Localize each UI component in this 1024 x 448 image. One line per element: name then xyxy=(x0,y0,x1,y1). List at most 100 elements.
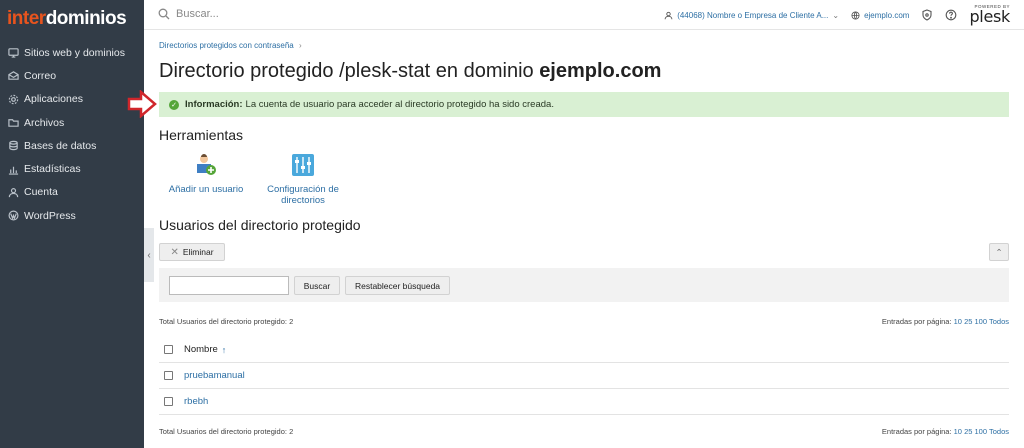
delete-icon: ✕ xyxy=(170,246,179,258)
sidebar-nav: Sitios web y dominios Correo Aplicacione… xyxy=(0,41,144,227)
user-icon xyxy=(664,11,673,19)
add-user-label: Añadir un usuario xyxy=(168,183,244,195)
reset-search-button[interactable]: Restablecer búsqueda xyxy=(345,276,450,295)
logo-part-dominios: dominios xyxy=(45,8,127,29)
globe-icon xyxy=(851,10,860,20)
users-search-input[interactable] xyxy=(169,276,289,295)
plesk-wordmark: plesk xyxy=(969,7,1010,27)
sidebar-item-label: Correo xyxy=(24,69,57,82)
sidebar-item-label: Sitios web y dominios xyxy=(24,46,125,59)
check-icon: ✓ xyxy=(169,99,179,110)
tools-title: Herramientas xyxy=(159,127,244,143)
add-user-icon xyxy=(197,154,216,175)
search-button[interactable]: Buscar xyxy=(294,276,340,295)
per-page-100[interactable]: 100 xyxy=(975,427,988,436)
logo-part-inter: inter xyxy=(7,8,46,29)
per-page-10[interactable]: 10 xyxy=(954,317,962,326)
search-placeholder: Buscar... xyxy=(176,8,219,20)
total-count: Total Usuarios del directorio protegido:… xyxy=(159,317,294,326)
help-icon[interactable] xyxy=(945,9,957,21)
add-user-tool[interactable]: Añadir un usuario xyxy=(166,153,246,196)
sidebar-item-label: Estadísticas xyxy=(24,163,81,176)
sort-ascending-icon: ↑ xyxy=(221,344,227,355)
page-title-domain: ejemplo.com xyxy=(539,60,662,82)
user-name-link[interactable]: pruebamanual xyxy=(184,370,245,381)
table-header-row: Nombre ↑ xyxy=(159,337,1009,363)
user-name-link[interactable]: rbebh xyxy=(184,396,208,407)
breadcrumb-separator: › xyxy=(298,41,302,50)
database-icon xyxy=(7,140,19,152)
sidebar-item-sitios-web[interactable]: Sitios web y dominios xyxy=(0,41,144,64)
wordpress-icon xyxy=(7,210,19,222)
plesk-logo: POWERED BY plesk xyxy=(969,4,1010,27)
breadcrumb: Directorios protegidos con contraseña › xyxy=(159,41,302,50)
sidebar-item-bases-de-datos[interactable]: Bases de datos xyxy=(0,134,144,157)
table-row: pruebamanual xyxy=(159,363,1009,389)
mail-icon xyxy=(7,70,19,82)
top-bar: Buscar... (44068) Nombre o Empresa de Cl… xyxy=(144,0,1024,30)
sidebar-item-wordpress[interactable]: WordPress xyxy=(0,204,144,227)
per-page-all[interactable]: Todos xyxy=(989,427,1009,436)
bar-chart-icon xyxy=(7,163,19,175)
per-page-10[interactable]: 10 xyxy=(954,427,962,436)
search-filter-panel: Buscar Restablecer búsqueda xyxy=(159,268,1009,302)
sidebar-item-correo[interactable]: Correo xyxy=(0,64,144,87)
sidebar-collapse-handle[interactable]: ‹ xyxy=(144,228,154,282)
chevron-up-icon: ⌃ xyxy=(995,246,1003,257)
info-message-text: La cuenta de usuario para acceder al dir… xyxy=(245,99,554,110)
entries-per-page-footer: Entradas por página: 10 25 100 Todos xyxy=(882,427,1009,436)
table-row: rbebh xyxy=(159,389,1009,415)
sidebar-item-archivos[interactable]: Archivos xyxy=(0,111,144,134)
breadcrumb-link[interactable]: Directorios protegidos con contraseña xyxy=(159,41,294,50)
users-toolbar: ✕ Eliminar ⌃ xyxy=(159,242,1009,262)
monitor-icon xyxy=(7,47,19,59)
per-page-label: Entradas por página: xyxy=(881,427,952,436)
brand-logo[interactable]: interdominios xyxy=(7,8,127,30)
entries-per-page: Entradas por página: 10 25 100 Todos xyxy=(882,317,1009,326)
domain-label: ejemplo.com xyxy=(864,10,910,20)
sidebar-item-label: WordPress xyxy=(24,209,76,222)
chevron-left-icon: ‹ xyxy=(147,249,151,261)
sidebar: interdominios Sitios web y dominios Corr… xyxy=(0,0,144,448)
directory-settings-tool[interactable]: Configuración de directorios xyxy=(263,153,343,207)
per-page-100[interactable]: 100 xyxy=(975,317,988,326)
sidebar-item-label: Archivos xyxy=(24,116,65,129)
column-header-name[interactable]: Nombre xyxy=(184,344,218,355)
page-title-prefix: Directorio protegido /plesk-stat en domi… xyxy=(159,60,540,82)
folder-icon xyxy=(7,117,19,129)
sidebar-item-cuenta[interactable]: Cuenta xyxy=(0,181,144,204)
sidebar-item-label: Bases de datos xyxy=(24,139,97,152)
account-label: (44068) Nombre o Empresa de Cliente A... xyxy=(677,10,829,20)
row-checkbox[interactable] xyxy=(164,397,173,406)
directory-settings-label-2: directorios xyxy=(281,194,325,206)
select-all-checkbox[interactable] xyxy=(164,345,173,354)
sidebar-item-aplicaciones[interactable]: Aplicaciones xyxy=(0,88,144,111)
global-search[interactable]: Buscar... xyxy=(158,8,219,20)
page-title: Directorio protegido /plesk-stat en domi… xyxy=(159,60,661,83)
domain-selector[interactable]: ejemplo.com xyxy=(851,11,909,20)
total-count-footer: Total Usuarios del directorio protegido:… xyxy=(159,427,294,436)
per-page-25[interactable]: 25 xyxy=(964,427,972,436)
user-icon xyxy=(7,186,19,198)
settings-sliders-icon xyxy=(292,154,314,176)
delete-button[interactable]: ✕ Eliminar xyxy=(159,243,225,261)
sidebar-item-label: Aplicaciones xyxy=(24,93,83,106)
top-bar-right: (44068) Nombre o Empresa de Cliente A...… xyxy=(664,0,1010,30)
collapse-filter-button[interactable]: ⌃ xyxy=(989,243,1009,261)
delete-button-label: Eliminar xyxy=(182,247,214,257)
account-menu[interactable]: (44068) Nombre o Empresa de Cliente A...… xyxy=(664,11,839,20)
per-page-25[interactable]: 25 xyxy=(964,317,972,326)
sidebar-item-label: Cuenta xyxy=(24,186,58,199)
annotation-arrow xyxy=(127,90,157,118)
per-page-label: Entradas por página: xyxy=(881,317,952,326)
users-section-title: Usuarios del directorio protegido xyxy=(159,217,361,233)
chevron-down-icon: ⌄ xyxy=(832,10,840,20)
per-page-all[interactable]: Todos xyxy=(989,317,1009,326)
search-icon xyxy=(158,8,170,20)
info-message: ✓ Información: La cuenta de usuario para… xyxy=(159,92,1009,117)
row-checkbox[interactable] xyxy=(164,371,173,380)
shield-icon[interactable] xyxy=(921,9,933,21)
sidebar-item-estadisticas[interactable]: Estadísticas xyxy=(0,157,144,180)
gear-icon xyxy=(7,93,19,105)
info-message-label: Información: xyxy=(185,99,243,110)
